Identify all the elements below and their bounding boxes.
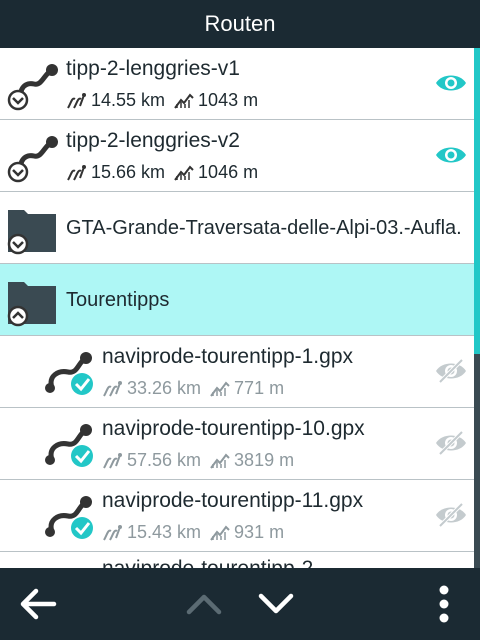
route-name: naviprode-tourentipp-10.gpx — [102, 417, 365, 440]
distance-icon — [103, 380, 122, 397]
back-button[interactable] — [10, 568, 66, 640]
back-arrow-icon — [20, 588, 57, 620]
route-distance: 15.66 km — [91, 162, 166, 182]
scrollbar-track — [474, 354, 480, 568]
folder-row[interactable]: GTA-Grande-Traversata-delle-Alpi-03.-Auf… — [0, 192, 474, 264]
route-stats: 57.56 km 3819 m — [102, 450, 294, 471]
route-icon — [7, 64, 58, 111]
distance-icon — [103, 452, 122, 469]
folder-name: GTA-Grande-Traversata-delle-Alpi-03.-Auf… — [66, 217, 462, 239]
route-name: naviprode-tourentipp-11.gpx — [102, 489, 364, 512]
route-elevation: 1043 m — [198, 90, 259, 110]
more-vert-icon — [439, 585, 449, 623]
eye-off-icon[interactable] — [434, 501, 468, 529]
scroll-down-button[interactable] — [252, 568, 300, 640]
route-elevation: 931 m — [234, 522, 285, 542]
distance-icon — [67, 92, 86, 109]
route-name: tipp-2-lenggries-v2 — [66, 129, 240, 152]
route-row[interactable]: tipp-2-lenggries-v2 15.66 km 1046 m — [0, 120, 474, 192]
route-stats: 14.55 km 1043 m — [66, 90, 258, 111]
route-distance: 15.43 km — [127, 522, 202, 542]
page-title: Routen — [204, 11, 276, 36]
folder-icon — [7, 282, 56, 327]
chevron-down-icon — [258, 593, 294, 614]
route-stats: 33.26 km 771 m — [102, 378, 284, 399]
eye-icon[interactable] — [434, 141, 468, 169]
title-bar: Routen — [0, 0, 480, 48]
menu-button[interactable] — [424, 568, 464, 640]
scroll-up-button[interactable] — [180, 568, 228, 640]
elevation-icon — [210, 524, 230, 541]
route-icon — [7, 136, 58, 183]
route-elevation: 3819 m — [234, 450, 295, 470]
folder-icon — [7, 210, 56, 255]
route-row[interactable]: naviprode-tourentipp-1.gpx 33.26 km 771 … — [0, 336, 474, 408]
route-elevation: 771 m — [234, 378, 285, 398]
route-name: tipp-2-lenggries-v1 — [66, 57, 240, 80]
route-icon — [45, 496, 93, 539]
route-list[interactable]: tipp-2-lenggries-v1 14.55 km 1043 m tipp… — [0, 48, 474, 568]
elevation-icon — [174, 92, 194, 109]
elevation-icon — [174, 164, 194, 181]
distance-icon — [67, 164, 86, 181]
route-name: naviprode-tourentipp-1.gpx — [102, 345, 353, 368]
route-row[interactable]: naviprode-tourentipp-11.gpx 15.43 km 931… — [0, 480, 474, 552]
route-distance: 14.55 km — [91, 90, 166, 110]
chevron-up-icon — [186, 594, 222, 615]
folder-row[interactable]: Tourentipps — [0, 264, 474, 336]
route-row[interactable]: naviprode-tourentipp-10.gpx 57.56 km 381… — [0, 408, 474, 480]
route-name: naviprode-tourentipp-2 — [102, 557, 313, 568]
scrollbar[interactable] — [474, 48, 480, 568]
route-row[interactable]: naviprode-tourentipp-2 — [0, 552, 474, 568]
route-elevation: 1046 m — [198, 162, 259, 182]
elevation-icon — [210, 380, 230, 397]
elevation-icon — [210, 452, 230, 469]
bottom-bar — [0, 568, 480, 640]
route-stats: 15.43 km 931 m — [102, 522, 284, 543]
eye-icon[interactable] — [434, 69, 468, 97]
route-icon — [45, 424, 93, 467]
eye-off-icon[interactable] — [434, 429, 468, 457]
route-stats: 15.66 km 1046 m — [66, 162, 258, 183]
route-row[interactable]: tipp-2-lenggries-v1 14.55 km 1043 m — [0, 48, 474, 120]
scrollbar-thumb[interactable] — [474, 48, 480, 354]
folder-name: Tourentipps — [66, 289, 170, 311]
route-icon — [45, 352, 93, 395]
route-distance: 33.26 km — [127, 378, 202, 398]
eye-off-icon[interactable] — [434, 357, 468, 385]
distance-icon — [103, 524, 122, 541]
route-distance: 57.56 km — [127, 450, 202, 470]
